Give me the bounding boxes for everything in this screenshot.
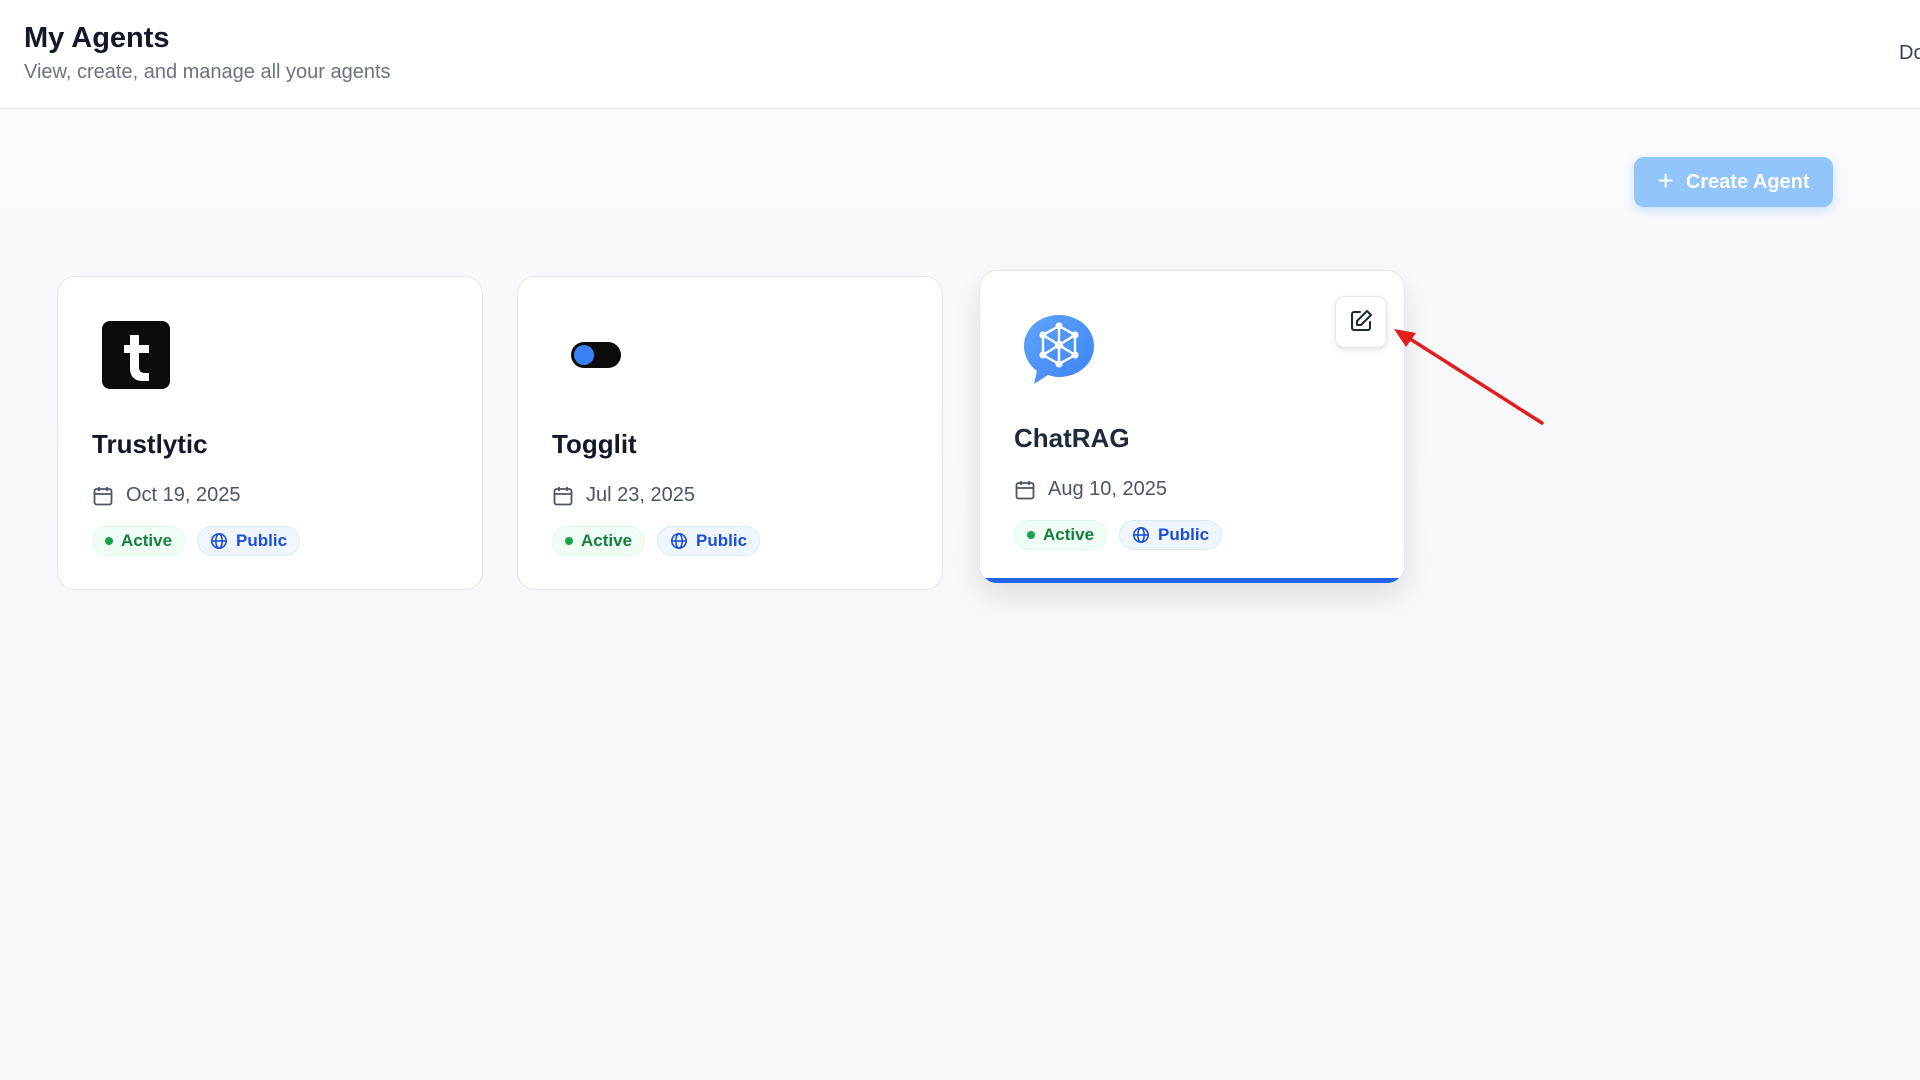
visibility-label: Public: [696, 531, 748, 550]
status-dot-icon: [1027, 531, 1035, 539]
calendar-icon: [552, 485, 574, 507]
trustlytic-logo-icon: [102, 321, 170, 389]
visibility-label: Public: [1158, 525, 1210, 544]
edit-agent-button[interactable]: [1335, 296, 1387, 348]
agent-date-row: Jul 23, 2025: [552, 484, 695, 507]
status-dot-icon: [105, 537, 113, 545]
agent-date: Aug 10, 2025: [1048, 478, 1167, 500]
status-label: Active: [581, 531, 633, 550]
status-label: Active: [121, 531, 173, 550]
agent-badges: Active Public: [1014, 520, 1223, 550]
agent-date-row: Oct 19, 2025: [92, 484, 241, 507]
calendar-icon: [92, 485, 114, 507]
status-label: Active: [1043, 525, 1095, 544]
status-badge: Active: [92, 526, 186, 556]
page-subtitle: View, create, and manage all your agents: [24, 61, 391, 83]
annotation-arrow-icon: [1394, 329, 1544, 425]
page-title: My Agents: [24, 22, 170, 54]
agent-name: Trustlytic: [92, 429, 208, 459]
status-badge: Active: [552, 526, 646, 556]
agent-date: Jul 23, 2025: [586, 484, 695, 506]
edit-icon: [1348, 308, 1374, 337]
agent-badges: Active Public: [552, 526, 761, 556]
create-agent-label: Create Agent: [1685, 170, 1810, 193]
agent-badges: Active Public: [92, 526, 301, 556]
visibility-label: Public: [236, 531, 288, 550]
page-header: My Agents View, create, and manage all y…: [0, 0, 1920, 109]
agent-date: Oct 19, 2025: [126, 484, 241, 506]
selected-card-indicator: [980, 578, 1404, 583]
globe-icon: [1132, 526, 1150, 544]
calendar-icon: [1014, 479, 1036, 501]
agent-card-trustlytic[interactable]: Trustlytic Oct 19, 2025 Active Public: [57, 276, 483, 590]
agent-name: ChatRAG: [1014, 423, 1130, 453]
visibility-badge: Public: [657, 526, 761, 556]
visibility-badge: Public: [1119, 520, 1223, 550]
globe-icon: [210, 532, 228, 550]
header-right-truncated-text[interactable]: Do: [1899, 42, 1920, 65]
toggle-logo-icon: [562, 321, 630, 389]
status-dot-icon: [565, 537, 573, 545]
agent-name: Togglit: [552, 429, 637, 459]
create-agent-button[interactable]: + Create Agent: [1634, 157, 1833, 207]
agent-card-togglit[interactable]: Togglit Jul 23, 2025 Active Public: [517, 276, 943, 590]
agents-page: My Agents View, create, and manage all y…: [0, 0, 1920, 1080]
agent-card-chatrag[interactable]: ChatRAG Aug 10, 2025 Active Public: [979, 270, 1405, 584]
agent-date-row: Aug 10, 2025: [1014, 478, 1167, 501]
plus-icon: +: [1657, 164, 1674, 196]
globe-icon: [670, 532, 688, 550]
status-badge: Active: [1014, 520, 1108, 550]
visibility-badge: Public: [197, 526, 301, 556]
chat-network-logo-icon: [1020, 311, 1098, 389]
